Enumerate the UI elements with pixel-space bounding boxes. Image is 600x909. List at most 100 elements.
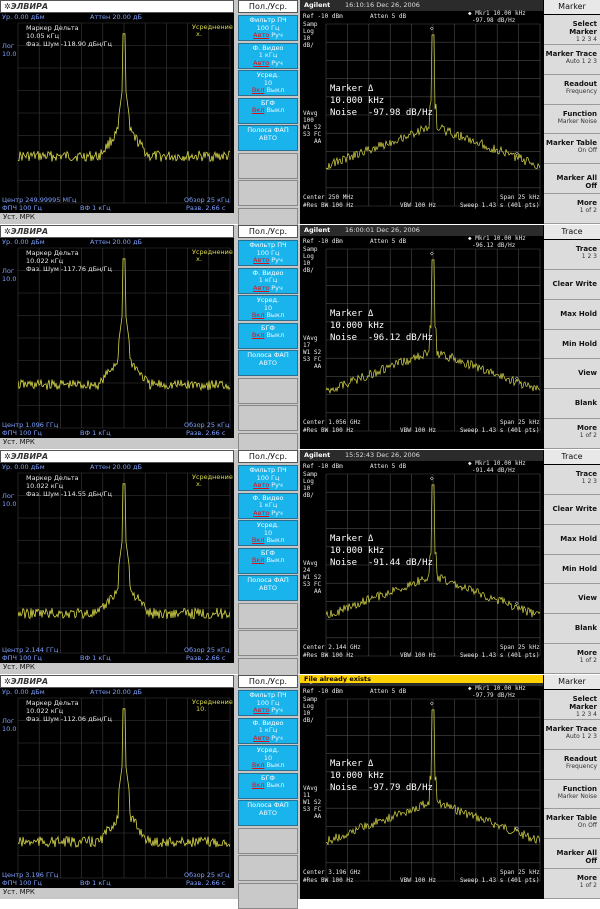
marker-trace-button[interactable]: Marker Trace Auto 1 2 3 [544, 44, 600, 75]
option-off: Руч [271, 481, 283, 489]
marker-table-button[interactable]: Marker Table On Off [544, 809, 600, 840]
marker-diamond-icon: ◇ [430, 25, 434, 32]
delta-marker-diamond-icon: ◇ [515, 600, 519, 607]
mode-button[interactable]: Пол./Уср. [238, 225, 298, 238]
blank-softkey[interactable] [238, 377, 298, 404]
rbw-readout: #Res BW 100 Hz [303, 202, 354, 209]
more-button[interactable]: More 1 of 2 [544, 419, 600, 449]
scale-value: 10 [303, 485, 311, 492]
blank-softkey[interactable] [238, 405, 298, 431]
mode-button[interactable]: Пол./Уср. [238, 450, 298, 463]
trace-select-button[interactable]: Trace 1 2 3 [544, 465, 600, 495]
center-frequency: Центр 249.99995 МГц [2, 196, 77, 204]
select-marker-button[interactable]: Select Marker 1 2 3 4 [544, 690, 600, 720]
min-hold-button[interactable]: Min Hold [544, 329, 600, 360]
rbw-readout: ФПЧ 100 Гц [2, 879, 42, 887]
function-button[interactable]: Function Marker Noise [544, 779, 600, 810]
view-button[interactable]: View [544, 584, 600, 615]
marker-table-button[interactable]: Marker Table On Off [544, 134, 600, 165]
trace-select-button[interactable]: Trace 1 2 3 [544, 240, 600, 270]
softkey-title: Усред. [256, 71, 280, 79]
vavg-count: 17 [303, 342, 311, 349]
if-filter-button[interactable]: Фильтр ПЧ 100 Гц Авто Руч [238, 15, 298, 41]
scale-value: 10 [303, 260, 311, 267]
pll-band-button[interactable]: Полоса ФАП АВТО [238, 575, 298, 601]
marker-all-off-button[interactable]: Marker All Off [544, 839, 600, 870]
softkey-options: Авто Руч [239, 256, 297, 265]
marker-trace-button[interactable]: Marker Trace Auto 1 2 3 [544, 719, 600, 750]
softkey-label: Marker All Off [556, 174, 597, 191]
video-filter-button[interactable]: Ф. Видео 1 кГц Авто Руч [238, 492, 298, 519]
blank-button[interactable]: Blank [544, 614, 600, 645]
pll-band-button[interactable]: Полоса ФАП АВТО [238, 125, 298, 151]
max-hold-button[interactable]: Max Hold [544, 299, 600, 330]
center-frequency: Центр 1.096 ГГц [2, 421, 59, 429]
softkey-sub: 1 2 3 4 [576, 36, 597, 43]
softkey-label: More [577, 424, 597, 433]
sample-label: Samp [303, 696, 318, 703]
max-hold-button[interactable]: Max Hold [544, 524, 600, 555]
blank-softkey[interactable] [238, 602, 298, 629]
average-button[interactable]: Усред. 10 Вкл Выкл [238, 520, 298, 546]
video-filter-button[interactable]: Ф. Видео 1 кГц Авто Руч [238, 267, 298, 294]
option-on: Авто [253, 508, 270, 517]
vavg-count: 11 [303, 792, 311, 799]
view-button[interactable]: View [544, 359, 600, 390]
min-hold-button[interactable]: Min Hold [544, 554, 600, 585]
readout-button[interactable]: Readout Frequency [544, 74, 600, 105]
scale-label: Лог [2, 42, 15, 50]
option-on: Вкл [251, 556, 265, 564]
more-button[interactable]: More 1 of 2 [544, 644, 600, 674]
more-button[interactable]: More 1 of 2 [544, 194, 600, 224]
mode-button[interactable]: Пол./Уср. [238, 0, 298, 13]
s3-fc-label: S3 FC [303, 131, 322, 138]
sweep-readout: Sweep 1.43 s (401 pts) [460, 652, 540, 659]
option-off: Руч [271, 706, 283, 714]
average-button[interactable]: Усред. 10 Вкл Выкл [238, 295, 298, 321]
softkey-sub: Frequency [566, 87, 597, 95]
readout-button[interactable]: Readout Frequency [544, 749, 600, 780]
blank-button[interactable]: Blank [544, 389, 600, 420]
softkey-menu-title: Trace [544, 450, 600, 464]
select-marker-button[interactable]: Select Marker 1 2 3 4 [544, 15, 600, 45]
marker1-value: -91.44 dB/Hz [472, 467, 516, 474]
sweep-readout: Разв. 2.66 с [186, 654, 226, 662]
average-button[interactable]: Усред. 10 Вкл Выкл [238, 70, 298, 96]
softkey-sub: On Off [577, 147, 597, 155]
right-analyzer-panel: Agilent 15:52:43 Dec 26, 2006 Ref -10 dBm A… [300, 450, 600, 674]
scale-label: Лог [2, 267, 15, 275]
option-off: Руч [271, 256, 283, 264]
scale-value: 10.0 [2, 275, 17, 283]
blank-softkey[interactable] [238, 882, 298, 909]
clear-write-button[interactable]: Clear Write [544, 269, 600, 300]
blank-softkey[interactable] [238, 855, 298, 881]
function-button[interactable]: Function Marker Noise [544, 104, 600, 135]
analyzer-row: ЭЛВИРА Пол./Уср. Ур. 0.00 дБм Аттен 20.00 д… [0, 225, 600, 459]
clear-write-button[interactable]: Clear Write [544, 494, 600, 525]
left-status-bar: Уст. МРК [0, 438, 234, 447]
more-button[interactable]: More 1 of 2 [544, 869, 600, 899]
if-filter-button[interactable]: Фильтр ПЧ 100 Гц Авто Руч [238, 240, 298, 266]
sweep-readout: Разв. 2.66 с [186, 429, 226, 437]
bgf-button[interactable]: БГФ Вкл Выкл [238, 772, 298, 799]
bgf-button[interactable]: БГФ Вкл Выкл [238, 322, 298, 349]
pll-band-button[interactable]: Полоса ФАП АВТО [238, 800, 298, 826]
average-button[interactable]: Усред. 10 Вкл Выкл [238, 745, 298, 771]
blank-softkey[interactable] [238, 152, 298, 179]
blank-softkey[interactable] [238, 630, 298, 656]
marker-all-off-button[interactable]: Marker All Off [544, 164, 600, 195]
blank-softkey[interactable] [238, 180, 298, 206]
blank-softkey[interactable] [238, 827, 298, 854]
video-filter-button[interactable]: Ф. Видео 1 кГц Авто Руч [238, 717, 298, 744]
aa-label: AA [314, 588, 322, 595]
pll-band-button[interactable]: Полоса ФАП АВТО [238, 350, 298, 376]
if-filter-button[interactable]: Фильтр ПЧ 100 Гц Авто Руч [238, 465, 298, 491]
log-label: Log [303, 28, 314, 35]
if-filter-button[interactable]: Фильтр ПЧ 100 Гц Авто Руч [238, 690, 298, 716]
video-filter-button[interactable]: Ф. Видео 1 кГц Авто Руч [238, 42, 298, 69]
mode-button[interactable]: Пол./Уср. [238, 675, 298, 688]
marker-frequency: 10.05 кГц [26, 32, 59, 40]
bgf-button[interactable]: БГФ Вкл Выкл [238, 97, 298, 124]
bgf-button[interactable]: БГФ Вкл Выкл [238, 547, 298, 574]
marker1-readout: ◆ Mkr1 10.00 kHz [468, 10, 526, 17]
